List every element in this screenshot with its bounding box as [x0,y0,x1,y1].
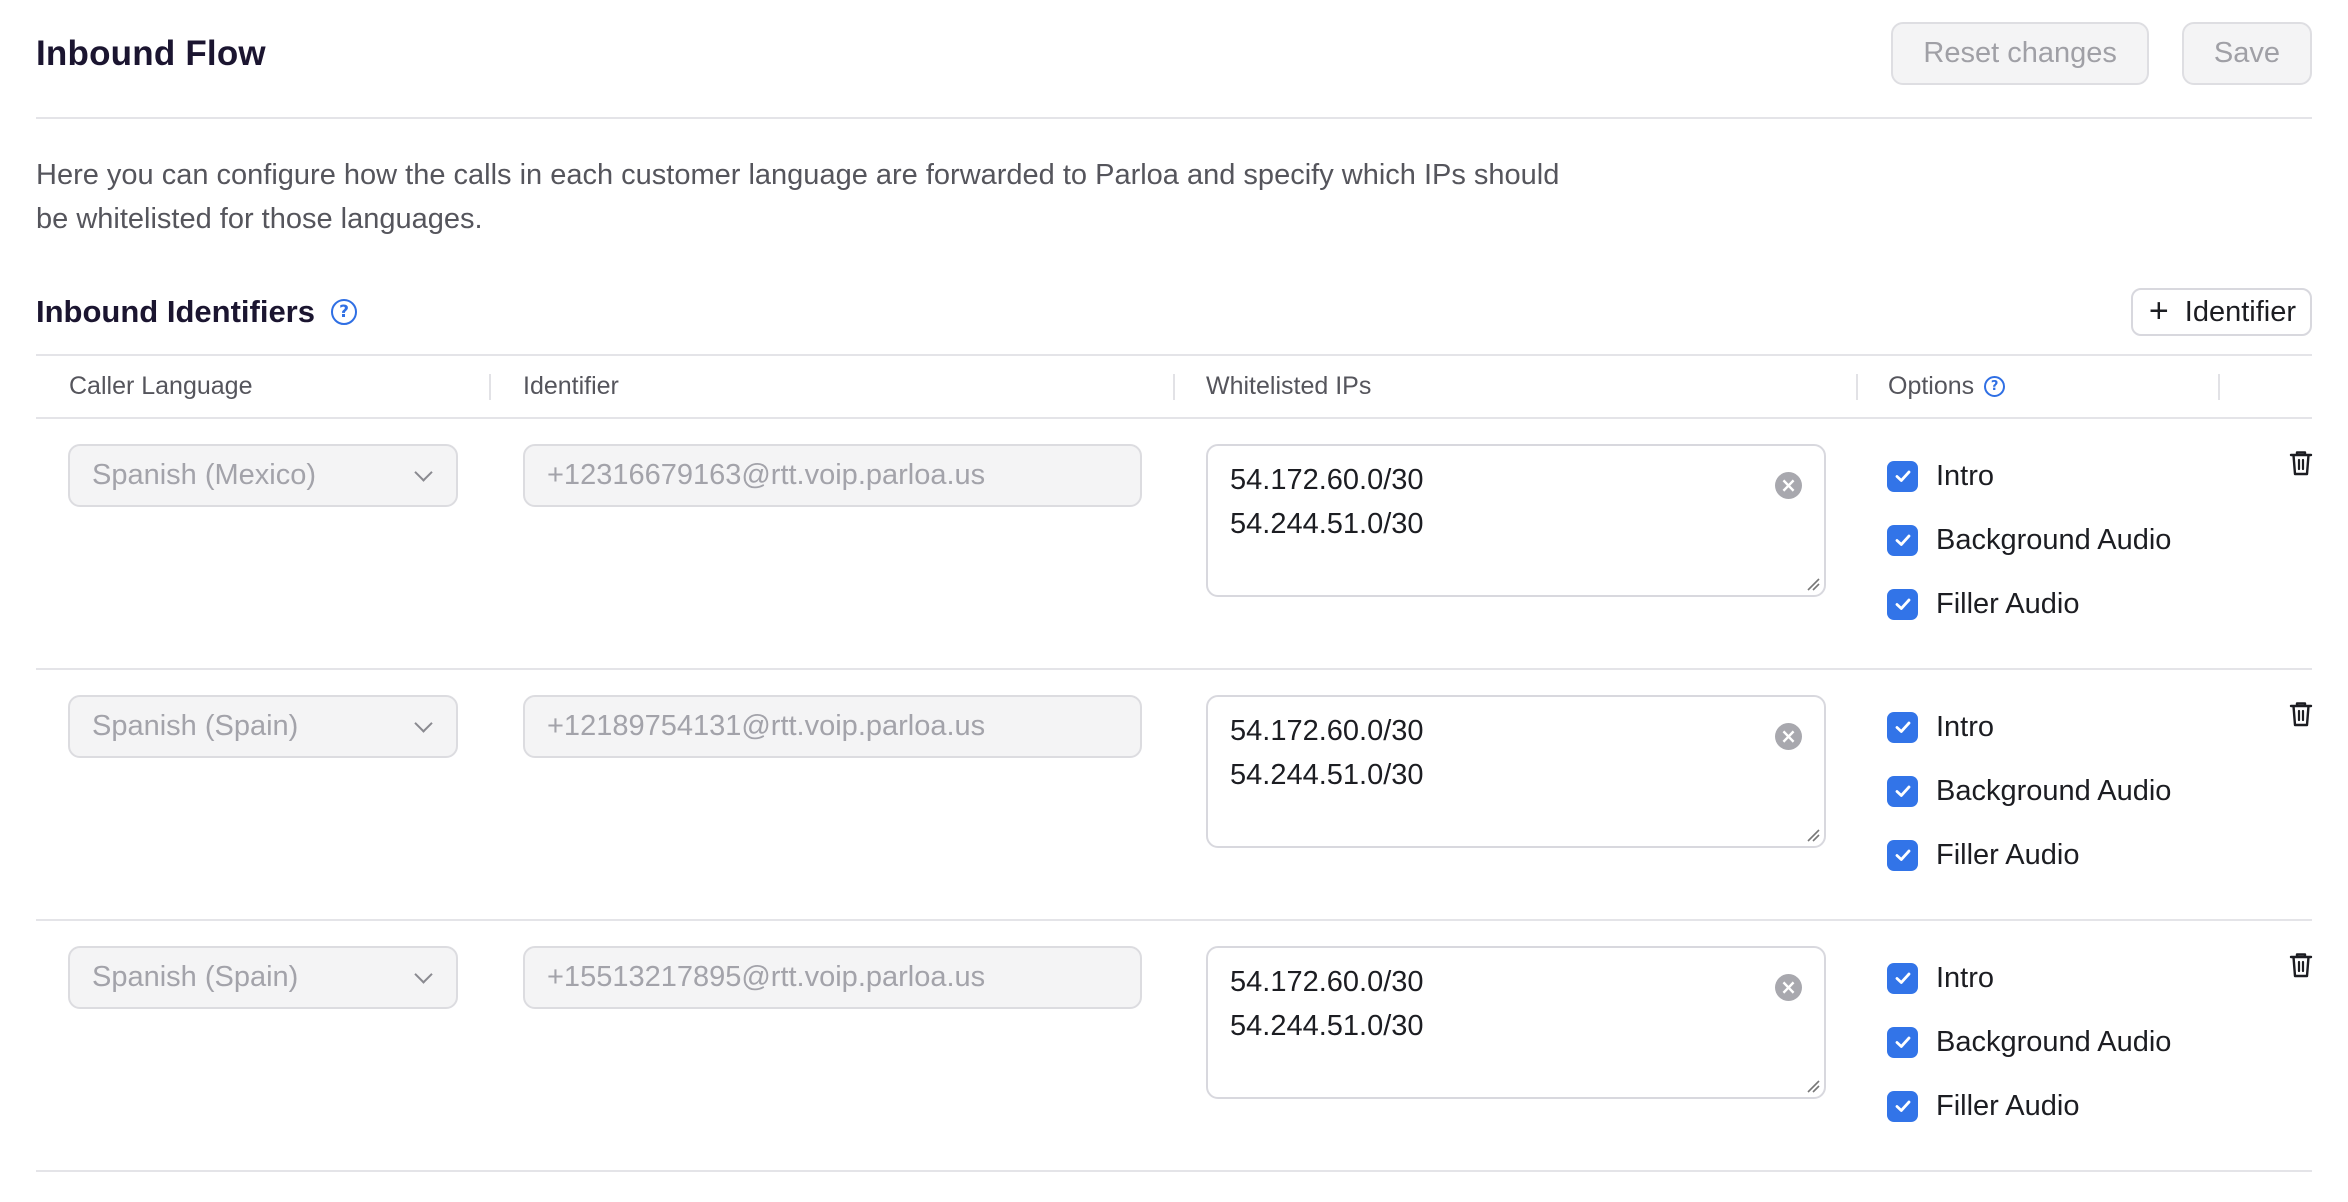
caller-language-value: Spanish (Spain) [92,961,299,993]
ip-entry: 54.244.51.0/30 [1230,508,1424,540]
caller-language-value: Spanish (Mexico) [92,459,317,491]
whitelisted-ips-textarea[interactable]: 54.172.60.0/30 54.244.51.0/30 × [1206,695,1826,848]
option-label: Background Audio [1936,1025,2172,1058]
clear-icon[interactable]: × [1775,723,1802,750]
column-divider[interactable] [1173,374,1175,400]
options-group: Intro Background Audio Filler Audio [1887,695,2171,887]
column-header-language-label: Caller Language [69,372,253,400]
option-background-audio[interactable]: Background Audio [1887,759,2171,823]
identifiers-table: Caller Language Identifier Whitelisted I… [36,354,2314,1172]
check-icon[interactable] [1887,711,1918,743]
page-title: Inbound Flow [36,33,266,73]
column-divider[interactable] [2218,374,2220,400]
question-circle-icon[interactable]: ? [1984,376,2006,397]
resize-handle-icon[interactable] [1806,828,1820,842]
option-label: Filler Audio [1936,1089,2080,1122]
section-header: Inbound Identifiers ? + Identifier [36,281,2312,343]
ip-entry: 54.244.51.0/30 [1230,1010,1424,1042]
caller-language-select[interactable]: Spanish (Spain) [68,946,458,1009]
check-icon[interactable] [1887,962,1918,994]
whitelisted-ips-textarea[interactable]: 54.172.60.0/30 54.244.51.0/30 × [1206,444,1826,597]
table-row: Spanish (Spain) +15513217895@rtt.voip.pa… [36,921,2314,1172]
chevron-down-icon [414,463,433,482]
ip-entry: 54.172.60.0/30 [1230,966,1424,998]
option-label: Background Audio [1936,523,2172,556]
table-row: Spanish (Mexico) +12316679163@rtt.voip.p… [36,419,2314,670]
identifier-value: +12316679163@rtt.voip.parloa.us [547,459,986,491]
check-icon[interactable] [1887,460,1918,492]
option-intro[interactable]: Intro [1887,444,2171,508]
page-header: Inbound Flow Reset changes Save [36,0,2312,119]
column-header-ips: Whitelisted IPs [1206,356,1371,417]
column-header-ips-label: Whitelisted IPs [1206,372,1372,400]
option-label: Intro [1936,459,1995,492]
save-button[interactable]: Save [2181,22,2312,85]
question-circle-icon[interactable]: ? [331,299,357,325]
options-group: Intro Background Audio Filler Audio [1887,444,2171,636]
resize-handle-icon[interactable] [1806,1079,1820,1093]
option-label: Background Audio [1936,774,2172,807]
column-header-identifier: Identifier [523,356,619,417]
inbound-flow-page: Inbound Flow Reset changes Save Here you… [0,0,2348,1202]
add-identifier-label: Identifier [2184,295,2296,328]
option-filler-audio[interactable]: Filler Audio [1887,823,2171,887]
add-identifier-button[interactable]: + Identifier [2130,288,2312,336]
page-description: Here you can configure how the calls in … [36,159,1560,235]
check-icon[interactable] [1887,1090,1918,1122]
option-background-audio[interactable]: Background Audio [1887,508,2171,572]
option-background-audio[interactable]: Background Audio [1887,1010,2171,1074]
section-title: Inbound Identifiers [36,294,315,329]
trash-icon[interactable] [2288,951,2314,979]
option-label: Intro [1936,961,1995,994]
column-header-language: Caller Language [69,356,252,417]
whitelisted-ips-textarea[interactable]: 54.172.60.0/30 54.244.51.0/30 × [1206,946,1826,1099]
option-label: Intro [1936,710,1995,743]
table-row: Spanish (Spain) +12189754131@rtt.voip.pa… [36,670,2314,921]
section-title-wrap: Inbound Identifiers ? [36,294,357,330]
chevron-down-icon [414,965,433,984]
chevron-down-icon [414,714,433,733]
ip-entry: 54.172.60.0/30 [1230,715,1424,747]
clear-icon[interactable]: × [1775,974,1802,1001]
column-divider[interactable] [489,374,491,400]
trash-icon[interactable] [2288,700,2314,728]
option-intro[interactable]: Intro [1887,695,2171,759]
options-group: Intro Background Audio Filler Audio [1887,946,2171,1138]
caller-language-select[interactable]: Spanish (Mexico) [68,444,458,507]
option-intro[interactable]: Intro [1887,946,2171,1010]
header-actions: Reset changes Save [1891,22,2312,85]
column-header-identifier-label: Identifier [523,372,619,400]
resize-handle-icon[interactable] [1806,577,1820,591]
identifier-field[interactable]: +12189754131@rtt.voip.parloa.us [523,695,1142,758]
check-icon[interactable] [1887,1026,1918,1058]
table-header: Caller Language Identifier Whitelisted I… [36,356,2312,419]
clear-icon[interactable]: × [1775,472,1802,499]
caller-language-value: Spanish (Spain) [92,710,299,742]
check-icon[interactable] [1887,839,1918,871]
column-header-options-label: Options [1888,372,1975,400]
identifier-value: +12189754131@rtt.voip.parloa.us [547,710,986,742]
check-icon[interactable] [1887,775,1918,807]
identifier-field[interactable]: +12316679163@rtt.voip.parloa.us [523,444,1142,507]
identifier-field[interactable]: +15513217895@rtt.voip.parloa.us [523,946,1142,1009]
option-filler-audio[interactable]: Filler Audio [1887,572,2171,636]
trash-icon[interactable] [2288,449,2314,477]
plus-icon: + [2148,291,2169,330]
check-icon[interactable] [1887,588,1918,620]
identifier-value: +15513217895@rtt.voip.parloa.us [547,961,986,993]
option-label: Filler Audio [1936,587,2080,620]
reset-changes-button[interactable]: Reset changes [1891,22,2149,85]
ip-entry: 54.172.60.0/30 [1230,464,1424,496]
check-icon[interactable] [1887,524,1918,556]
caller-language-select[interactable]: Spanish (Spain) [68,695,458,758]
option-label: Filler Audio [1936,838,2080,871]
table-body: Spanish (Mexico) +12316679163@rtt.voip.p… [36,419,2314,1172]
ip-entry: 54.244.51.0/30 [1230,759,1424,791]
column-divider[interactable] [1856,374,1858,400]
column-header-options: Options ? [1888,356,2006,417]
option-filler-audio[interactable]: Filler Audio [1887,1074,2171,1138]
